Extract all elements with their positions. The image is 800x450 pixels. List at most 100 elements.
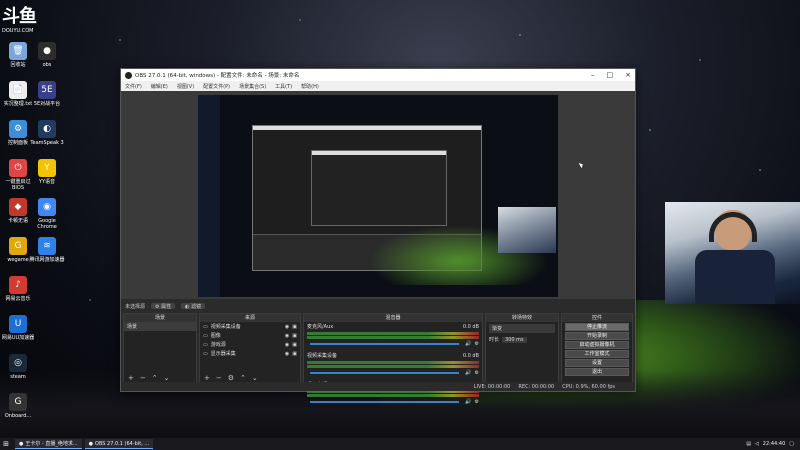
netease-music-icon: ♪ — [9, 276, 27, 294]
desktop-icon[interactable]: G Onboard... — [0, 393, 36, 419]
transition-duration[interactable]: 时长 300 ms — [486, 335, 558, 344]
visibility-eye-icon[interactable]: ◉ — [285, 342, 289, 348]
webcam-overlay — [665, 202, 800, 304]
visibility-eye-icon[interactable]: ◉ — [285, 333, 289, 339]
control-button[interactable]: 启动虚拟摄像机 — [565, 341, 629, 349]
up-arrow-icon[interactable]: ⌃ — [152, 374, 158, 382]
volume-icon[interactable]: ◁ — [755, 441, 759, 447]
desktop-icon-label: 5E对战平台 — [33, 101, 61, 107]
obs-titlebar[interactable]: OBS 27.0.1 (64-bit, windows) - 配置文件: 未命名… — [121, 69, 635, 81]
desktop-icon[interactable]: ◐ TeamSpeak 3 — [29, 120, 65, 146]
volume-meter — [307, 365, 479, 368]
preview-area[interactable] — [121, 91, 635, 299]
taskbar-task[interactable]: ● 王卡尔 - 直播_绝地求... — [15, 439, 82, 449]
menu-item[interactable]: 工具(T) — [275, 83, 292, 90]
volume-meter — [307, 332, 479, 335]
mixer-dock-header: 混音器 — [304, 314, 482, 322]
source-item[interactable]: ▭ 视频采集设备 ◉ ▣ — [200, 322, 300, 331]
taskbar-task[interactable]: ● OBS 27.0.1 (64-bit, ... — [84, 439, 154, 449]
volume-slider[interactable] — [310, 343, 460, 345]
source-item[interactable]: ▭ 图像 ◉ ▣ — [200, 331, 300, 340]
control-button[interactable]: 设置 — [565, 359, 629, 367]
source-item[interactable]: ▭ 显示器采集 ◉ ▣ — [200, 349, 300, 358]
obs-logo-icon — [125, 71, 132, 79]
desktop-icon[interactable]: ◉ Google Chrome — [29, 198, 65, 230]
source-item[interactable]: ▭ 游戏源 ◉ ▣ — [200, 340, 300, 349]
menu-item[interactable]: 场景集合(S) — [239, 83, 266, 90]
bios-restart-icon: ⏻ — [9, 159, 27, 177]
desktop-icon[interactable]: ◎ steam — [0, 354, 36, 380]
down-arrow-icon[interactable]: ⌄ — [252, 374, 258, 382]
source-type-icon: ▭ — [203, 341, 208, 348]
menu-item[interactable]: 帮助(H) — [301, 83, 319, 90]
scene-item[interactable]: 场景 — [124, 322, 196, 331]
control-button[interactable]: 退出 — [565, 368, 629, 376]
source-type-icon: ▭ — [203, 323, 208, 330]
desktop-icon[interactable]: ♪ 网易云音乐 — [0, 276, 36, 302]
add-icon[interactable]: + — [128, 374, 134, 382]
up-arrow-icon[interactable]: ⌃ — [240, 374, 246, 382]
audio-mixer-dock: 混音器 麦克风/Aux0.0 dB🔊⚙视频采集设备0.0 dB🔊⚙桌面音频0.0… — [303, 313, 483, 405]
volume-slider[interactable] — [310, 372, 460, 374]
mixer-track-db: 0.0 dB — [462, 323, 479, 330]
no-source-selected-label: 未选择源 — [125, 304, 146, 310]
lock-icon[interactable]: ▣ — [292, 333, 297, 339]
desktop-icon-label: Google Chrome — [37, 218, 57, 230]
visibility-eye-icon[interactable]: ◉ — [285, 324, 289, 330]
menu-item[interactable]: 文件(F) — [125, 83, 142, 90]
gear-icon[interactable]: ⚙ — [228, 374, 234, 382]
menu-item[interactable]: 视图(V) — [177, 83, 194, 90]
desktop-icon[interactable]: 5E 5E对战平台 — [29, 81, 65, 107]
menu-item[interactable]: 配置文件(P) — [203, 83, 230, 90]
lock-icon[interactable]: ▣ — [292, 324, 297, 330]
desktop-icon[interactable]: U 网易UU加速器 — [0, 315, 36, 341]
desktop-icon[interactable]: ● obs — [29, 42, 65, 68]
transition-select[interactable]: 渐变 — [489, 324, 555, 333]
remove-icon[interactable]: − — [140, 374, 146, 382]
desktop-icon[interactable]: Y YY语音 — [29, 159, 65, 185]
lock-icon[interactable]: ▣ — [292, 351, 297, 357]
notification-icon[interactable]: ▢ — [789, 441, 794, 447]
windows-start-icon[interactable]: ⊞ — [0, 438, 12, 450]
volume-meter — [307, 336, 479, 339]
volume-meter — [307, 394, 479, 397]
controls-dock-header: 控件 — [562, 314, 632, 322]
control-button[interactable]: 开始录制 — [565, 332, 629, 340]
onboard-icon: G — [9, 393, 27, 411]
yy-voice-icon: Y — [38, 159, 56, 177]
minimize-icon[interactable]: – — [591, 71, 595, 79]
control-button[interactable]: 停止推流 — [565, 323, 629, 331]
lock-icon[interactable]: ▣ — [292, 342, 297, 348]
add-icon[interactable]: + — [204, 374, 210, 382]
obs-icon: ● — [38, 42, 56, 60]
scenes-dock: 场景 场景 + − ⌃ ⌄ — [123, 313, 197, 383]
gear-icon[interactable]: ⚙ — [475, 399, 479, 405]
gear-icon[interactable]: ⚙ — [475, 370, 479, 376]
speaker-icon[interactable]: 🔊 — [465, 370, 471, 376]
control-button[interactable]: 工作室模式 — [565, 350, 629, 358]
mixer-track-name: 麦克风/Aux — [307, 324, 334, 330]
taskbar-clock[interactable]: 22:44:40 — [763, 441, 785, 447]
close-icon[interactable]: × — [625, 71, 631, 79]
system-tray: ▤ ◁ 22:44:40 ▢ — [746, 441, 800, 447]
volume-meter — [307, 361, 479, 364]
desktop-icon[interactable]: ≋ 腾讯网游加速器 — [29, 237, 65, 263]
5e-platform-icon: 5E — [38, 81, 56, 99]
volume-slider[interactable] — [310, 401, 460, 403]
desktop-icon-label: YY语音 — [38, 179, 56, 185]
gear-icon[interactable]: ⚙ — [475, 341, 479, 347]
network-icon[interactable]: ▤ — [746, 441, 751, 447]
visibility-eye-icon[interactable]: ◉ — [285, 351, 289, 357]
obs-window[interactable]: OBS 27.0.1 (64-bit, windows) - 配置文件: 未命名… — [120, 68, 636, 405]
speaker-icon[interactable]: 🔊 — [465, 341, 471, 347]
app-icon: ◆ — [9, 198, 27, 216]
maximize-icon[interactable]: □ — [607, 71, 614, 79]
speaker-icon[interactable]: 🔊 — [465, 399, 471, 405]
remove-icon[interactable]: − — [216, 374, 222, 382]
menu-item[interactable]: 编辑(E) — [151, 83, 168, 90]
filters-tab[interactable]: ◐ 滤镜 — [181, 303, 206, 310]
down-arrow-icon[interactable]: ⌄ — [164, 374, 170, 382]
properties-tab[interactable]: ⚙ 属性 — [151, 303, 176, 310]
obs-status-bar: LIVE: 00:00:00 REC: 00:00:00 CPU: 0.9%, … — [121, 382, 635, 391]
app-icon: ● — [19, 440, 24, 447]
